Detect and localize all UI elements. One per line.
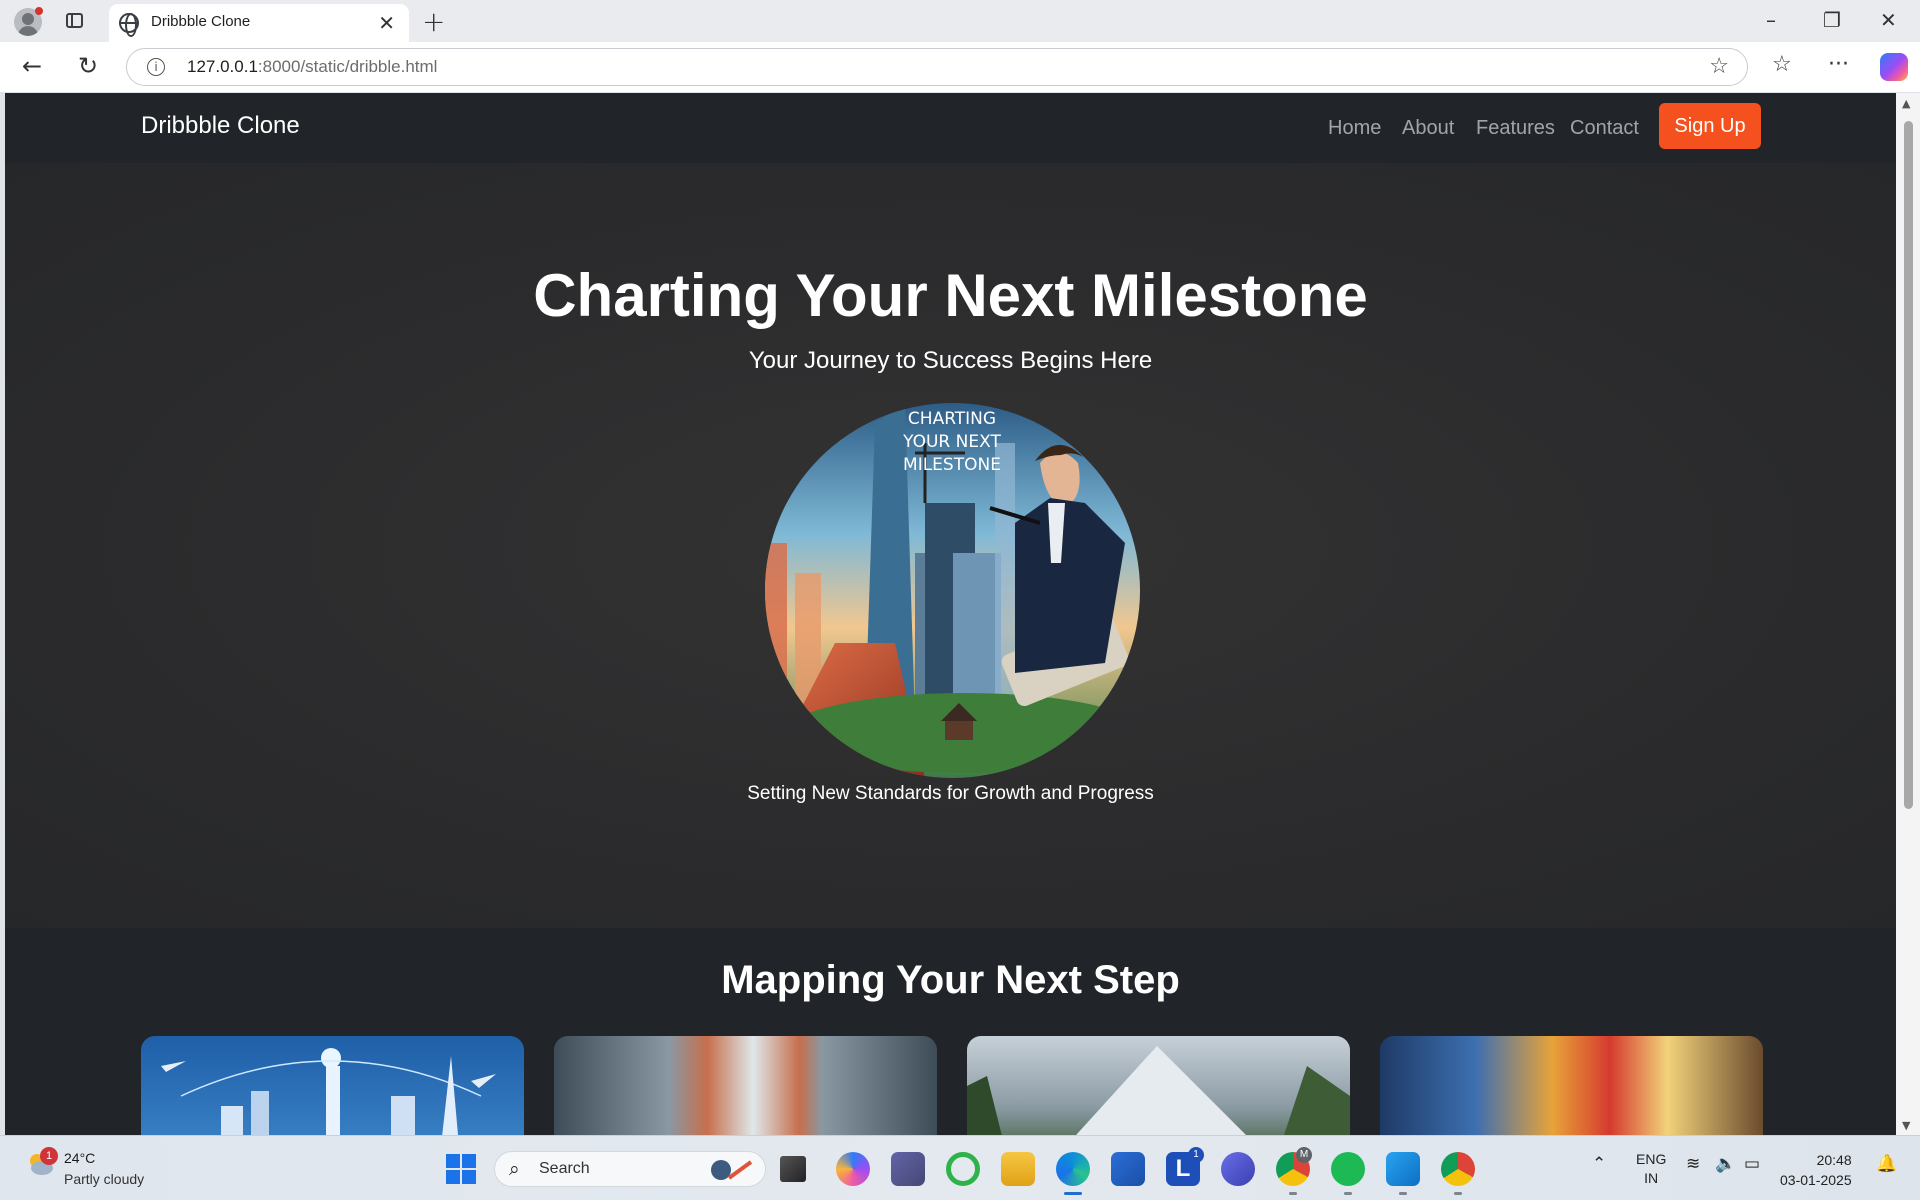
back-icon[interactable]: ← [22, 52, 42, 80]
hero-image: CHARTING YOUR NEXT MILESTONE [765, 403, 1140, 778]
clock-time: 20:48 [1816, 1152, 1852, 1168]
file-stack-icon[interactable] [780, 1156, 806, 1182]
linkedin-badge: 1 [1188, 1147, 1204, 1163]
weather-desc[interactable]: Partly cloudy [64, 1171, 144, 1187]
address-bar[interactable]: i 127.0.0.1:8000/static/dribble.html ☆ [126, 48, 1748, 86]
azure-icon[interactable] [1221, 1152, 1255, 1186]
chrome-running-indicator [1454, 1192, 1462, 1195]
spotify-icon[interactable] [1331, 1152, 1365, 1186]
more-icon[interactable]: ··· [1828, 52, 1849, 77]
doorway-card[interactable] [554, 1036, 937, 1135]
nav-about[interactable]: About [1402, 117, 1454, 140]
search-highlight-icon [711, 1160, 753, 1180]
hero-image-text-2: YOUR NEXT [902, 432, 1001, 452]
notification-bell-icon[interactable]: 🔔 [1876, 1154, 1897, 1174]
nav-contact[interactable]: Contact [1570, 117, 1639, 140]
browser-tab[interactable]: Dribbble Clone ✕ [109, 4, 409, 42]
chrome-profile-badge: M [1296, 1147, 1312, 1163]
site-info-icon[interactable]: i [147, 58, 165, 76]
lang-bottom: IN [1644, 1170, 1659, 1186]
nav-home[interactable]: Home [1328, 117, 1381, 140]
tab-close-icon[interactable]: ✕ [378, 11, 395, 35]
hero-image-text-1: CHARTING [908, 409, 996, 429]
hero-title: Charting Your Next Milestone [533, 262, 1368, 329]
vscode-icon[interactable] [1386, 1152, 1420, 1186]
weather-badge: 1 [40, 1147, 58, 1165]
edge-active-indicator [1064, 1192, 1082, 1195]
mountain-card-image [967, 1046, 1350, 1135]
hero-subtitle: Your Journey to Success Begins Here [748, 347, 1153, 374]
ring-app-icon[interactable] [946, 1152, 980, 1186]
tabs-icon[interactable] [66, 13, 83, 28]
wifi-icon[interactable]: ≋ [1686, 1154, 1700, 1174]
url-host: 127.0.0.1 [187, 57, 258, 76]
windows-start-icon[interactable] [446, 1154, 476, 1184]
globe-icon [119, 13, 139, 37]
taskbar-search[interactable]: ⌕ Search [494, 1151, 766, 1187]
favorites-icon[interactable]: ☆ [1772, 52, 1792, 77]
browser-tab-bar: Dribbble Clone ✕ + – ❐ ✕ [0, 0, 1920, 42]
new-tab-button[interactable]: + [422, 5, 445, 38]
close-window-icon[interactable]: ✕ [1880, 8, 1897, 32]
chrome-running-indicator [1289, 1192, 1297, 1195]
site-navbar: Dribbble Clone Home About Features Conta… [5, 93, 1896, 163]
city-card-image [161, 1048, 496, 1135]
copilot-icon[interactable] [836, 1152, 870, 1186]
tray-chevron-icon[interactable]: ⌃ [1592, 1154, 1606, 1174]
star-icon[interactable]: ☆ [1709, 54, 1729, 79]
mountain-card[interactable] [967, 1036, 1350, 1135]
brand-logo[interactable]: Dribbble Clone [141, 112, 300, 140]
scroll-up-icon[interactable]: ▲ [1902, 97, 1910, 110]
url-text[interactable]: 127.0.0.1:8000/static/dribble.html [187, 57, 437, 77]
browser-toolbar: ← ↻ i 127.0.0.1:8000/static/dribble.html… [0, 42, 1920, 92]
mapping-title: Mapping Your Next Step [721, 958, 1180, 1002]
page-scrollbar[interactable]: ▲ ▼ [1896, 93, 1920, 1135]
nav-features[interactable]: Features [1476, 117, 1555, 140]
system-clock[interactable]: 20:48 03-01-2025 [1780, 1150, 1852, 1190]
teams-icon[interactable] [891, 1152, 925, 1186]
scroll-thumb[interactable] [1904, 121, 1913, 809]
sign-up-button[interactable]: Sign Up [1659, 103, 1761, 149]
vscode-running-indicator [1399, 1192, 1407, 1195]
reload-icon[interactable]: ↻ [78, 52, 98, 80]
weather-temp[interactable]: 24°C [64, 1150, 95, 1166]
notification-dot [35, 7, 43, 15]
spotify-running-indicator [1344, 1192, 1352, 1195]
search-icon: ⌕ [509, 1158, 520, 1180]
hero-section: Charting Your Next Milestone Your Journe… [5, 163, 1896, 928]
edge-icon[interactable] [1056, 1152, 1090, 1186]
taskbar: 1 24°C Partly cloudy ⌕ Search L 1 M ⌃ EN… [0, 1135, 1920, 1200]
battery-icon[interactable]: ▭ [1744, 1154, 1760, 1174]
tab-title: Dribbble Clone [151, 13, 251, 30]
hero-caption: Setting New Standards for Growth and Pro… [747, 783, 1154, 804]
industrial-color-card[interactable] [1380, 1036, 1763, 1135]
language-indicator[interactable]: ENG IN [1636, 1150, 1666, 1188]
file-explorer-icon[interactable] [1001, 1152, 1035, 1186]
url-path: :8000/static/dribble.html [257, 57, 438, 76]
restore-icon[interactable]: ❐ [1823, 8, 1841, 32]
scroll-down-icon[interactable]: ▼ [1902, 1119, 1910, 1132]
store-icon[interactable] [1111, 1152, 1145, 1186]
lang-top: ENG [1636, 1151, 1667, 1167]
copilot-icon[interactable] [1880, 53, 1908, 81]
volume-icon[interactable]: 🔈 [1715, 1154, 1736, 1174]
mapping-section: Mapping Your Next Step [5, 928, 1896, 1135]
chrome-icon[interactable] [1441, 1152, 1475, 1186]
search-placeholder: Search [539, 1160, 590, 1177]
page-viewport: Dribbble Clone Home About Features Conta… [5, 93, 1896, 1135]
hero-image-text-3: MILESTONE [903, 455, 1001, 475]
futuristic-city-card[interactable] [141, 1036, 524, 1135]
hero-illustration: CHARTING YOUR NEXT MILESTONE [765, 403, 1140, 778]
minimize-icon[interactable]: – [1766, 8, 1776, 32]
clock-date: 03-01-2025 [1780, 1172, 1852, 1188]
